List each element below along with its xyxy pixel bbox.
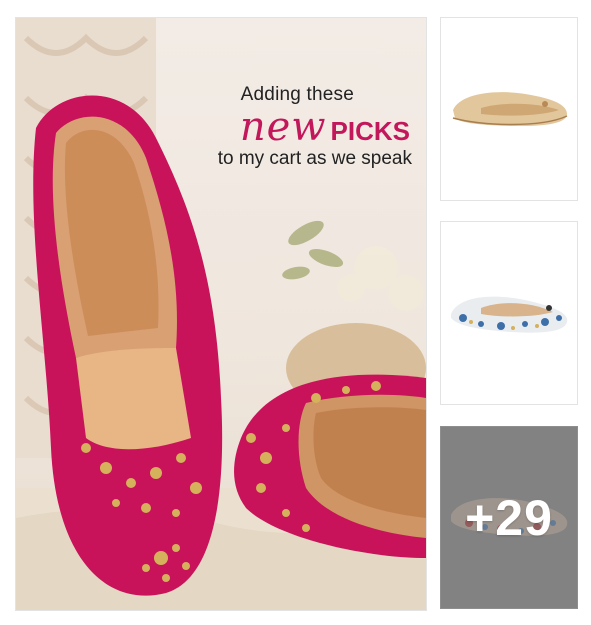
headline-line-2: new PICKS [172, 104, 412, 150]
headline-line-1: Adding these [240, 84, 354, 105]
hero-product-image[interactable]: Adding these new PICKS to my cart as we s… [15, 17, 427, 611]
headline-picks: PICKS [330, 116, 410, 146]
thumbnail-beige-juti[interactable] [440, 17, 578, 201]
thumbnail-more-items[interactable]: +29 [440, 426, 578, 609]
promo-headline: Adding these new PICKS to my cart as we s… [172, 84, 412, 170]
floral-juti-image [451, 296, 568, 333]
beige-juti-image [452, 92, 568, 126]
more-items-overlay: +29 [441, 427, 577, 608]
thumbnail-floral-juti[interactable] [440, 221, 578, 405]
headline-line-3: to my cart as we speak [217, 148, 412, 169]
more-items-count: +29 [465, 489, 553, 546]
headline-new-script: new [239, 104, 327, 150]
